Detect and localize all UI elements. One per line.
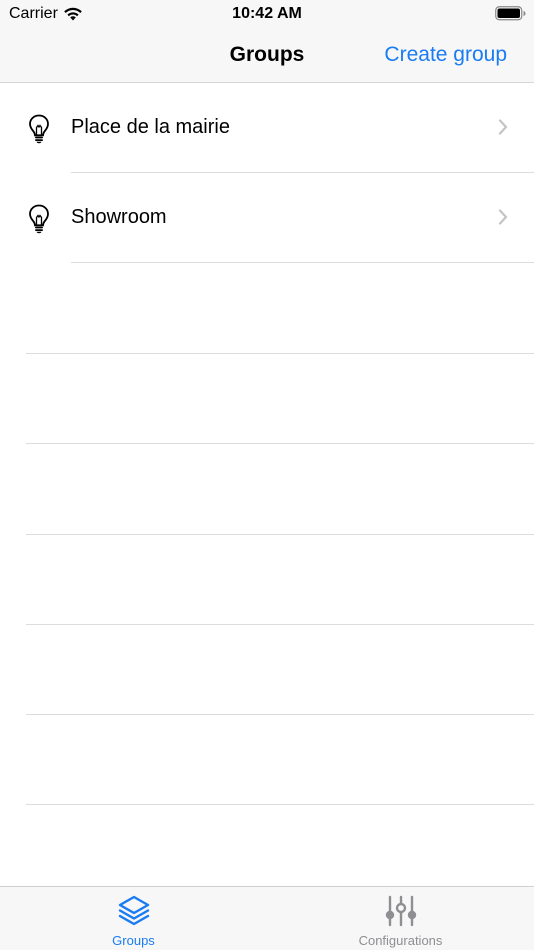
group-row-place-de-la-mairie[interactable]: Place de la mairie — [0, 83, 534, 173]
empty-row-separator — [26, 804, 534, 805]
empty-row-separator — [26, 624, 534, 625]
navigation-bar: Groups Create group — [0, 28, 534, 83]
create-group-button[interactable]: Create group — [384, 43, 507, 67]
row-separator — [71, 262, 534, 263]
tab-label: Configurations — [358, 933, 443, 948]
tab-bar: Groups Configurations — [0, 886, 534, 950]
chevron-right-icon — [498, 119, 508, 140]
empty-row-separator — [26, 353, 534, 354]
layers-icon — [0, 895, 267, 927]
empty-row-separator — [26, 534, 534, 535]
empty-row-separator — [26, 714, 534, 715]
sliders-icon — [267, 895, 534, 927]
tab-label: Groups — [112, 933, 155, 948]
chevron-right-icon — [498, 209, 508, 230]
lightbulb-icon — [28, 204, 50, 239]
tab-groups[interactable]: Groups — [0, 887, 267, 950]
empty-row-separator — [26, 443, 534, 444]
battery-icon — [495, 6, 526, 26]
screen: Carrier 10:42 AM Groups Create group Pla… — [0, 0, 534, 950]
status-bar: Carrier 10:42 AM — [0, 0, 534, 28]
tab-configurations[interactable]: Configurations — [267, 887, 534, 950]
group-row-showroom[interactable]: Showroom — [0, 173, 534, 263]
group-label: Showroom — [71, 206, 167, 228]
status-time: 10:42 AM — [232, 5, 302, 22]
group-label: Place de la mairie — [71, 116, 230, 138]
lightbulb-icon — [28, 114, 50, 149]
groups-list: Place de la mairie Showroom — [0, 83, 534, 263]
